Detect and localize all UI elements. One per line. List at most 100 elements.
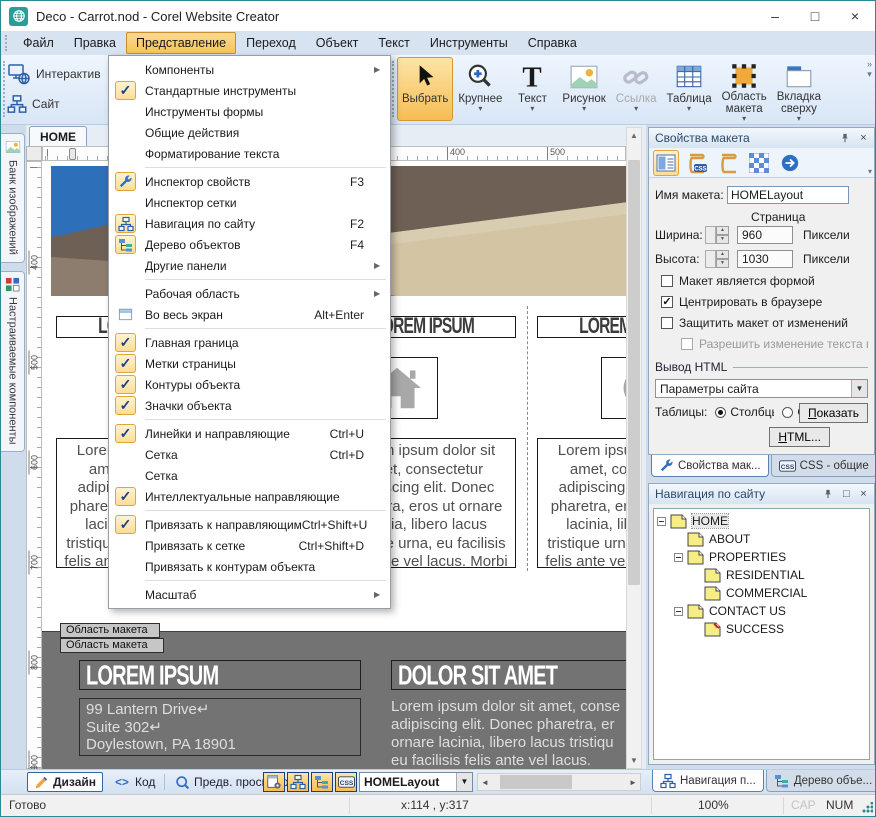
tree-item-commercial[interactable]: COMMERCIAL bbox=[657, 584, 869, 602]
maximize-panel-icon[interactable]: □ bbox=[840, 488, 853, 500]
scrollbar-thumb[interactable] bbox=[628, 160, 640, 585]
menu-item[interactable]: Во весь экранAlt+Enter bbox=[109, 304, 390, 325]
width-stepper[interactable]: ▲▼ bbox=[705, 226, 729, 244]
footer-right-heading[interactable]: DOLOR SIT AMET bbox=[391, 660, 626, 690]
layout-area-tab[interactable]: Область макета bbox=[60, 623, 160, 638]
menu-item[interactable]: ✓Стандартные инструменты bbox=[109, 80, 390, 101]
menu-item[interactable]: Инструменты формы bbox=[109, 101, 390, 122]
close-panel-icon[interactable]: × bbox=[857, 488, 870, 500]
tree-item-success[interactable]: SUCCESS bbox=[657, 620, 869, 638]
tab-css-общие[interactable]: CSSCSS - общие bbox=[771, 455, 876, 477]
toolbar-button-text[interactable]: TТекст▾ bbox=[507, 57, 557, 121]
menu-item[interactable]: Форматирование текста bbox=[109, 143, 390, 164]
show-button[interactable]: Показать bbox=[799, 403, 868, 423]
view-tab-pencil[interactable]: Дизайн bbox=[27, 772, 103, 792]
menu-item[interactable]: Инспектор сетки bbox=[109, 192, 390, 213]
menubar-item[interactable]: Переход bbox=[236, 32, 306, 54]
menu-item[interactable]: Навигация по сайтуF2 bbox=[109, 213, 390, 234]
menu-item[interactable]: Рабочая область▶ bbox=[109, 283, 390, 304]
menu-item[interactable]: Дерево объектовF4 bbox=[109, 234, 390, 255]
left-tab-components[interactable]: Настраиваемые компоненты bbox=[1, 271, 25, 452]
menu-item[interactable]: ✓Значки объекта bbox=[109, 395, 390, 416]
toolbar-button-select-cursor[interactable]: Выбрать bbox=[397, 57, 453, 121]
footer-paragraph[interactable]: Lorem ipsum dolor sit amet, conseadipisc… bbox=[391, 698, 626, 769]
scroll-up-icon[interactable]: ▲ bbox=[627, 128, 641, 143]
resize-grip[interactable] bbox=[861, 802, 873, 814]
menu-item[interactable]: Инспектор свойствF3 bbox=[109, 171, 390, 192]
radio-rows[interactable] bbox=[782, 407, 793, 418]
tree-item-contact-us[interactable]: CONTACT US bbox=[657, 602, 869, 620]
expander-icon[interactable] bbox=[657, 517, 666, 526]
menu-item[interactable]: ✓Контуры объекта bbox=[109, 374, 390, 395]
checkbox-protect-layout[interactable]: Защитить макет от изменений bbox=[661, 316, 868, 330]
radio-columns[interactable] bbox=[715, 407, 726, 418]
column-paragraph[interactable]: Lorem ipsum dolor sit amet, consectetur … bbox=[537, 438, 626, 568]
close-panel-icon[interactable]: × bbox=[857, 132, 870, 144]
toolbar-button-layout-area[interactable]: Область макета▾ bbox=[717, 57, 772, 121]
menu-item[interactable]: ✓Метки страницы bbox=[109, 353, 390, 374]
layout-view-icon[interactable] bbox=[653, 150, 679, 176]
scroll-right-icon[interactable]: ► bbox=[626, 778, 640, 787]
toolbar-button-tab-top[interactable]: Вкладка сверху▾ bbox=[772, 57, 826, 121]
toolbar-button-table[interactable]: Таблица▾ bbox=[662, 57, 717, 121]
menu-item[interactable]: Другие панели▶ bbox=[109, 255, 390, 276]
scroll-down-icon[interactable]: ▼ bbox=[627, 753, 641, 768]
menu-item[interactable]: ✓Интеллектуальные направляющие bbox=[109, 486, 390, 507]
toolbar-overflow-icon[interactable]: »▾ bbox=[867, 59, 872, 79]
panel-overflow-icon[interactable]: ▾ bbox=[868, 167, 872, 176]
column-heading[interactable]: LOREM IPSUM bbox=[537, 316, 626, 338]
footer-left-heading[interactable]: LOREM IPSUM bbox=[79, 660, 361, 690]
tree-item-residential[interactable]: RESIDENTIAL bbox=[657, 566, 869, 584]
expander-icon[interactable] bbox=[674, 607, 683, 616]
menu-item[interactable]: Общие действия bbox=[109, 122, 390, 143]
menubar-item[interactable]: Справка bbox=[518, 32, 587, 54]
sitemap-button[interactable] bbox=[287, 772, 309, 792]
pin-icon[interactable] bbox=[840, 133, 853, 143]
toolbar-button-link[interactable]: Ссылка▾ bbox=[611, 57, 662, 121]
minimize-button[interactable]: – bbox=[755, 1, 795, 31]
go-arrow-icon[interactable] bbox=[777, 150, 803, 176]
checkbox-center-in-browser[interactable]: ✓Центрировать в браузере bbox=[661, 295, 868, 309]
maximize-button[interactable]: □ bbox=[795, 1, 835, 31]
chevron-down-icon[interactable]: ▼ bbox=[456, 773, 472, 791]
expander-icon[interactable] bbox=[674, 553, 683, 562]
html-output-select[interactable]: Параметры сайта ▼ bbox=[655, 379, 868, 398]
ruler-guide-marker[interactable] bbox=[69, 148, 76, 160]
height-input[interactable]: 1030 bbox=[737, 250, 793, 268]
menubar-item[interactable]: Текст bbox=[368, 32, 419, 54]
menu-item[interactable]: Привязать к сеткеCtrl+Shift+D bbox=[109, 535, 390, 556]
chevron-down-icon[interactable]: ▼ bbox=[851, 380, 867, 397]
toolbar-button-site[interactable]: Сайт bbox=[7, 89, 101, 119]
menubar-item[interactable]: Инструменты bbox=[420, 32, 518, 54]
object-tree-button[interactable] bbox=[311, 772, 333, 792]
pin-icon[interactable] bbox=[823, 489, 836, 499]
layout-area-tab[interactable]: Область макета bbox=[60, 638, 164, 653]
tree-item-home[interactable]: HOME bbox=[657, 512, 869, 530]
scroll-left-icon[interactable]: ◄ bbox=[478, 778, 492, 787]
layout-select[interactable]: HOMELayout ▼ bbox=[359, 772, 473, 792]
menu-item[interactable]: ✓Привязать к направляющимCtrl+Shift+U bbox=[109, 514, 390, 535]
menu-item[interactable]: ✓Главная граница bbox=[109, 332, 390, 353]
checker-icon[interactable] bbox=[746, 150, 772, 176]
height-stepper[interactable]: ▲▼ bbox=[705, 250, 729, 268]
menu-item[interactable]: Привязать к контурам объекта bbox=[109, 556, 390, 577]
tab-свойства-мак-[interactable]: Свойства мак... bbox=[651, 455, 769, 477]
scroll-icon[interactable] bbox=[715, 150, 741, 176]
page-gear-button[interactable] bbox=[263, 772, 285, 792]
menu-item[interactable]: Масштаб▶ bbox=[109, 584, 390, 605]
tree-item-about[interactable]: ABOUT bbox=[657, 530, 869, 548]
close-button[interactable]: × bbox=[835, 1, 875, 31]
menubar-item[interactable]: Правка bbox=[64, 32, 126, 54]
menu-item[interactable]: Компоненты▶ bbox=[109, 59, 390, 80]
left-tab-image-bank[interactable]: Банк изображений bbox=[1, 133, 25, 263]
menubar-item[interactable]: Объект bbox=[306, 32, 369, 54]
tab-дерево-объе-[interactable]: Дерево объе... bbox=[766, 770, 876, 792]
footer-address[interactable]: 99 Lantern Drive↵Suite 302↵Doylestown, P… bbox=[79, 698, 361, 756]
css-badge-button[interactable]: CSS bbox=[335, 772, 357, 792]
menu-item[interactable]: Сетка bbox=[109, 465, 390, 486]
scrollbar-thumb[interactable] bbox=[500, 775, 572, 789]
page-tab-home[interactable]: HOME bbox=[29, 126, 87, 146]
menu-item[interactable]: ✓Линейки и направляющиеCtrl+U bbox=[109, 423, 390, 444]
tree-item-properties[interactable]: PROPERTIES bbox=[657, 548, 869, 566]
layout-name-input[interactable]: HOMELayout bbox=[727, 186, 849, 204]
